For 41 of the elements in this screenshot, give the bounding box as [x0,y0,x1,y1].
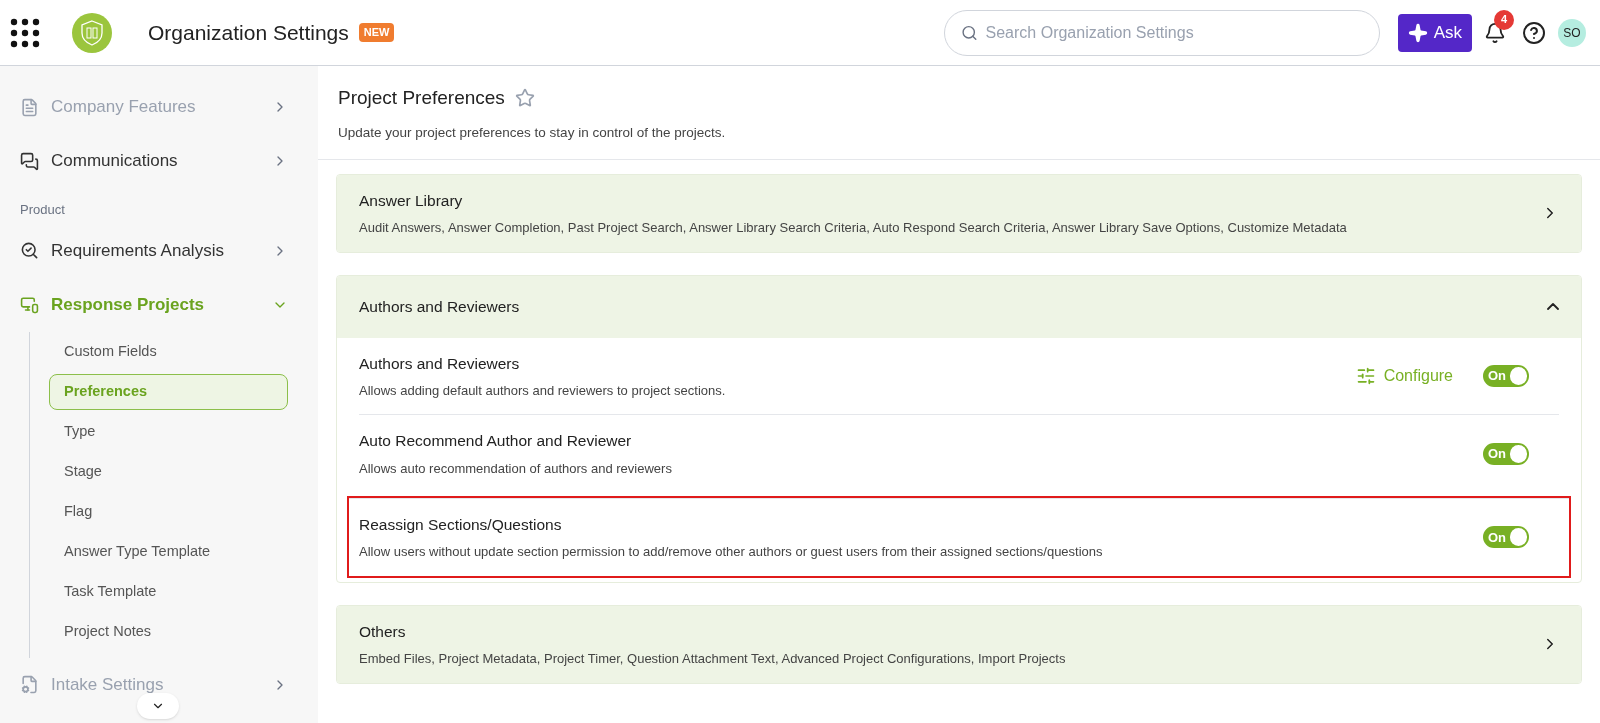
chevron-up-icon [1547,303,1559,310]
sidebar-item-icon [20,97,39,117]
notification-bell-icon[interactable] [1484,21,1506,44]
sidebar-subitem[interactable]: Answer Type Template [49,533,288,570]
sidebar-subitem[interactable]: Task Template [49,573,288,610]
sidebar-item-icon [20,151,39,171]
sidebar-item[interactable]: Requirements Analysis [20,223,288,278]
sidebar-item-icon [20,675,39,694]
section-header[interactable]: Authors and Reviewers [337,275,1581,338]
setting-description: Allows auto recommendation of authors and reviewers [359,459,673,478]
setting-description: Allows adding default authors and reviewers to project sections. [359,381,727,400]
sparkle-icon [1407,22,1428,43]
section-header[interactable]: Answer Library Audit Answers, Answer Completion, Past Project Search, Answer Library Search Criteria, Auto Respond Search Criteria, Answer Library Save Options, Customize Metadata [337,174,1581,252]
setting-description: Allow users without update section permission to add/remove other authors or guest users from their assigned sections/questions [359,543,1104,562]
new-badge: NEW [358,23,395,42]
help-icon[interactable] [1522,20,1546,45]
sidebar-subitem[interactable]: Type [49,413,288,450]
sidebar-subitem[interactable]: Flag [49,493,288,530]
shield-logo-icon [72,12,112,53]
sliders-icon [1355,365,1376,386]
sidebar-subitem[interactable]: Project Notes [49,613,288,650]
app-grid-icon[interactable] [10,17,40,48]
page-title: Project Preferences [338,86,505,110]
notification-count: 4 [1494,9,1514,30]
ask-button[interactable]: Ask [1397,13,1472,52]
sidebar-item-icon [20,241,39,260]
section-header[interactable]: Others Embed Files, Project Metadata, Project Timer, Question Attachment Text, Advanced Project Configurations, Import Projects [337,605,1581,683]
sidebar-subitem[interactable]: Stage [49,453,288,490]
star-icon[interactable] [514,88,535,109]
search-input[interactable]: Search Organization Settings [985,20,1363,45]
page-subtitle: Update your project preferences to stay in control of the projects. [338,123,727,142]
setting-title: Authors and Reviewers [359,353,521,374]
setting-title: Auto Recommend Author and Reviewer [359,431,633,452]
sidebar-item-icon [20,295,39,314]
app-title: Organization Settings [148,19,349,46]
user-avatar[interactable]: SO [1558,18,1586,47]
sidebar-group-label: Product [20,201,66,219]
sidebar-subitem[interactable]: Custom Fields [49,333,288,370]
search-icon [960,23,978,42]
sidebar-item[interactable]: Communications [20,134,288,188]
setting-title: Reassign Sections/Questions [359,515,563,535]
